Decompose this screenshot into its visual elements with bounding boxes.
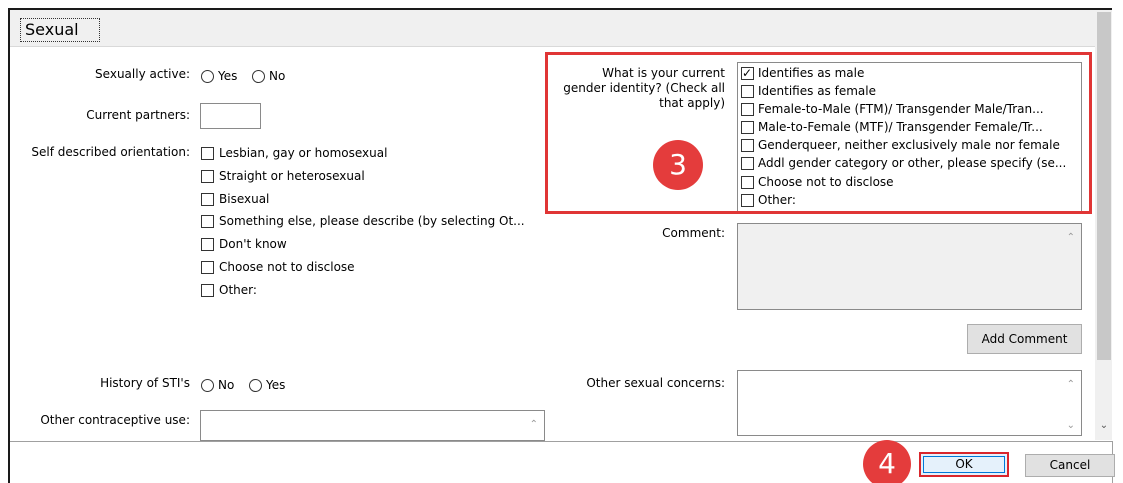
sti-history-yes-radio[interactable] [249,379,262,392]
window-left-border [8,8,10,483]
scrollbar-thumb[interactable] [1097,12,1111,360]
orientation-option-label: Something else, please describe (by sele… [219,214,525,228]
orientation-checkbox-dont-know[interactable] [201,238,214,251]
textarea-scroll-down-icon[interactable]: ⌄ [1067,420,1075,431]
current-partners-label: Current partners: [86,108,190,122]
textarea-scroll-up-icon[interactable]: ⌃ [1067,379,1075,390]
current-partners-input[interactable] [200,103,261,129]
other-concerns-label: Other sexual concerns: [586,376,725,390]
contraceptive-textarea[interactable]: ⌃ [200,410,545,441]
sti-history-label: History of STI's [100,376,190,390]
sexually-active-no-radio[interactable] [252,70,265,83]
orientation-checkbox-straight[interactable] [201,170,214,183]
comment-label: Comment: [662,226,725,240]
textarea-scroll-up-icon[interactable]: ⌃ [530,419,538,430]
step-3-highlight [545,52,1092,214]
section-title: Sexual [20,18,100,42]
section-header: Sexual [10,10,1095,47]
ok-button[interactable]: OK [919,452,1009,477]
orientation-checkbox-other[interactable] [201,284,214,297]
orientation-option-label: Lesbian, gay or homosexual [219,146,388,160]
contraceptive-label: Other contraceptive use: [40,413,190,427]
step-4-badge: 4 [863,440,911,483]
ok-button-label[interactable]: OK [923,456,1005,473]
textarea-scroll-up-icon: ⌃ [1066,232,1075,243]
sexually-active-yes-radio[interactable] [201,70,214,83]
sti-history-yes-label: Yes [266,378,286,392]
comment-textarea: ⌃ [737,223,1082,310]
orientation-checkbox-bisexual[interactable] [201,193,214,206]
other-concerns-textarea[interactable]: ⌃ ⌄ [737,370,1082,436]
add-comment-button[interactable]: Add Comment [967,324,1082,354]
sexually-active-no-label: No [269,69,286,83]
sexually-active-yes-label: Yes [218,69,238,83]
orientation-option-label: Choose not to disclose [219,260,355,274]
orientation-label: Self described orientation: [31,145,190,159]
cancel-button[interactable]: Cancel [1025,454,1115,477]
footer-divider [10,441,1112,442]
orientation-option-label: Don't know [219,237,287,251]
orientation-option-label: Straight or heterosexual [219,169,365,183]
sti-history-no-label: No [218,378,235,392]
scroll-down-arrow-icon[interactable]: ⌄ [1096,420,1112,436]
sti-history-no-radio[interactable] [201,379,214,392]
orientation-checkbox-lesbian-gay[interactable] [201,147,214,160]
sexually-active-label: Sexually active: [95,67,190,81]
orientation-option-label: Other: [219,283,257,297]
orientation-checkbox-not-disclose[interactable] [201,261,214,274]
orientation-checkbox-something-else[interactable] [201,215,214,228]
orientation-option-label: Bisexual [219,192,270,206]
step-3-badge: 3 [653,140,703,190]
